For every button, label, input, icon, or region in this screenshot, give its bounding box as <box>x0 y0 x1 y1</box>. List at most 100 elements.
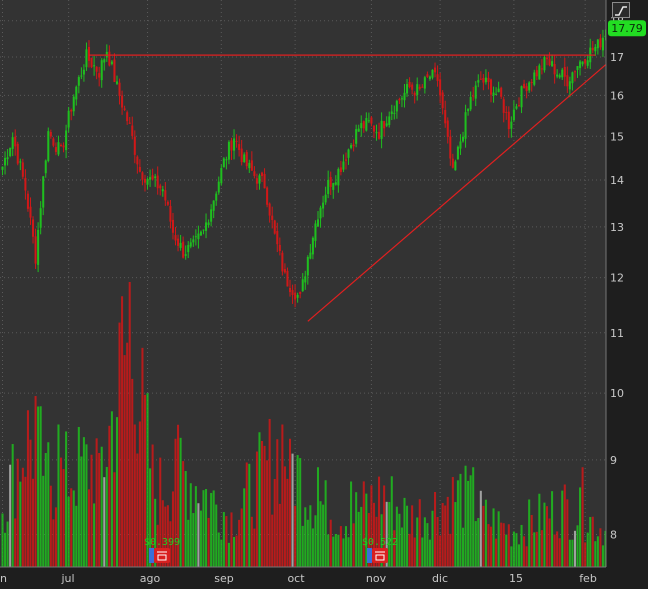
dividend-label: $0.522 <box>362 537 398 548</box>
candle-body <box>1 166 4 170</box>
volume-bar <box>49 485 52 567</box>
volume-bar <box>535 531 538 567</box>
price-chart[interactable]: 89101112131415161718 njulagosepoctnovdic… <box>0 0 648 589</box>
candle-body <box>100 60 103 81</box>
volume-bar <box>32 478 35 567</box>
candle-body <box>273 220 276 234</box>
candle-body <box>286 270 289 287</box>
volume-bar <box>9 464 12 567</box>
volume-bar <box>283 466 286 567</box>
volume-bar <box>1 513 4 567</box>
candle-body <box>115 81 119 84</box>
candle-body <box>103 59 106 63</box>
price-tick-label: 14 <box>610 174 624 187</box>
candle-body <box>372 125 375 132</box>
candle-body <box>566 75 569 87</box>
candle-body <box>599 38 602 48</box>
candle-body <box>579 61 582 69</box>
volume-bar <box>42 475 45 567</box>
candle-body <box>355 129 358 144</box>
candle-body <box>171 219 174 233</box>
candle-body <box>495 93 498 95</box>
candle-body <box>268 203 271 216</box>
volume-bar <box>291 453 294 567</box>
candle-body <box>42 176 45 208</box>
candle-body <box>80 75 83 77</box>
volume-bar <box>327 534 330 567</box>
candle-body <box>44 160 47 174</box>
candle-body <box>558 75 561 78</box>
candle-body <box>556 74 559 77</box>
price-tick-label: 15 <box>610 130 624 143</box>
volume-bar <box>436 517 439 567</box>
candle-body <box>141 172 144 180</box>
candle-body <box>230 140 233 151</box>
volume-bar <box>184 471 187 567</box>
candle-body <box>60 144 63 146</box>
candle-body <box>497 88 500 93</box>
volume-bar <box>322 504 325 567</box>
candle-body <box>233 138 236 151</box>
dividend-phone-icon[interactable] <box>367 548 388 563</box>
candle-body <box>347 149 350 158</box>
volume-bar <box>474 521 477 567</box>
candle-body <box>329 177 332 187</box>
volume-bar <box>334 533 337 567</box>
volume-bar <box>103 477 106 567</box>
candle-body <box>227 141 230 160</box>
candle-body <box>311 237 314 255</box>
volume-bar <box>243 488 246 567</box>
candle-body <box>365 117 368 131</box>
candle-body <box>52 138 55 146</box>
candle-body <box>202 229 205 231</box>
volume-bar <box>408 533 411 567</box>
candle-body <box>408 81 411 88</box>
candle-body <box>253 171 256 176</box>
candle-body <box>385 123 388 126</box>
volume-bar <box>571 539 574 567</box>
volume-bar <box>540 530 543 567</box>
volume-bar <box>98 453 101 567</box>
dividend-label: $0.399 <box>144 537 180 548</box>
volume-bar <box>523 536 526 567</box>
candle-body <box>250 160 253 171</box>
dividend-phone-icon[interactable] <box>149 548 170 563</box>
volume-bar <box>342 538 345 567</box>
candle-body <box>26 193 29 209</box>
candle-body <box>70 109 73 112</box>
candle-body <box>533 72 536 85</box>
candle-body <box>342 161 345 170</box>
candle-body <box>515 106 518 109</box>
volume-bar <box>87 489 91 567</box>
price-tick-label: 16 <box>610 89 624 102</box>
candle-body <box>238 144 241 151</box>
candle-body <box>299 291 302 294</box>
candle-body <box>517 105 521 107</box>
volume-bar <box>72 490 75 567</box>
volume-bar <box>217 532 220 567</box>
volume-bar <box>110 411 113 567</box>
volume-bar <box>230 512 233 567</box>
volume-bar <box>255 451 258 567</box>
volume-bar <box>556 531 559 567</box>
candle-body <box>596 39 599 49</box>
volume-bar <box>21 467 24 567</box>
candle-body <box>418 86 421 89</box>
candle-body <box>576 66 579 70</box>
time-tick-label: dic <box>432 572 448 585</box>
volume-bar <box>113 472 116 567</box>
volume-bar <box>579 487 582 567</box>
candle-body <box>314 223 317 241</box>
trendline-tool-icon[interactable] <box>612 2 630 18</box>
volume-bar <box>324 480 327 567</box>
candle-body <box>378 131 381 139</box>
candle-body <box>304 276 307 283</box>
candle-body <box>9 147 12 157</box>
candle-body <box>489 79 493 95</box>
candle-body <box>138 166 141 172</box>
volume-bar <box>329 519 332 567</box>
candle-body <box>472 95 475 97</box>
candle-body <box>306 256 309 276</box>
volume-bar <box>93 503 96 567</box>
candle-body <box>235 140 238 142</box>
